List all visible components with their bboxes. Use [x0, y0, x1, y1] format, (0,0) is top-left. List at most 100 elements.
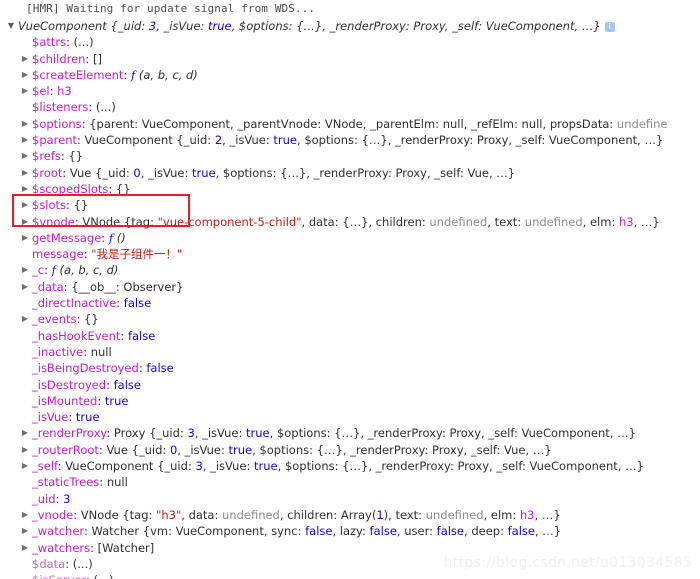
property-value: Vue {_uid: 0, _isVue: true, $options: {…… — [66, 166, 515, 180]
property-row[interactable]: $isServer: (...) — [0, 572, 700, 579]
disclosure-triangle-collapsed[interactable]: ▶ — [20, 279, 30, 295]
disclosure-triangle-collapsed[interactable]: ▶ — [20, 442, 30, 458]
disclosure-triangle-collapsed[interactable]: ▶ — [20, 214, 30, 230]
property-value: {} — [70, 198, 88, 212]
property-entry: _isVue: true — [0, 409, 100, 425]
property-entry: _uid: 3 — [0, 491, 70, 507]
property-entry: getMessage: f () — [0, 230, 126, 246]
property-entry: $root: Vue {_uid: 0, _isVue: true, $opti… — [0, 165, 515, 181]
property-row[interactable]: ▶$scopedSlots: {} — [0, 181, 700, 197]
property-entry: _vnode: VNode {tag: "h3", data: undefine… — [0, 507, 561, 523]
disclosure-triangle-collapsed[interactable]: ▶ — [20, 540, 30, 556]
property-entry: $el: h3 — [0, 83, 72, 99]
property-key: $listeners — [32, 100, 88, 114]
property-value: Vue {_uid: 0, _isVue: true, $options: {…… — [103, 443, 552, 457]
property-value: true — [101, 394, 128, 408]
property-row[interactable]: ▶$createElement: f (a, b, c, d) — [0, 67, 700, 83]
disclosure-triangle-collapsed[interactable]: ▶ — [20, 311, 30, 327]
property-row[interactable]: ▶_watcher: Watcher {vm: VueComponent, sy… — [0, 523, 700, 539]
property-key: _directInactive — [32, 296, 116, 310]
property-value: {parent: VueComponent, _parentVnode: VNo… — [86, 117, 668, 131]
property-value: f (a, b, c, d) — [48, 263, 118, 277]
property-value: {__ob__: Observer} — [68, 280, 184, 294]
property-key: _watcher — [32, 524, 84, 538]
property-entry: _staticTrees: null — [0, 474, 128, 490]
object-inspector-tree[interactable]: ▼VueComponent {_uid: 3, _isVue: true, $o… — [0, 18, 700, 579]
devtools-console-panel[interactable]: [HMR] Waiting for update signal from WDS… — [0, 0, 700, 579]
property-row[interactable]: _uid: 3 — [0, 491, 700, 507]
property-row[interactable]: ▶_events: {} — [0, 311, 700, 327]
property-key: $children — [32, 52, 85, 66]
property-row[interactable]: ▶_renderProxy: Proxy {_uid: 3, _isVue: t… — [0, 425, 700, 441]
object-root-row[interactable]: ▼VueComponent {_uid: 3, _isVue: true, $o… — [0, 18, 700, 34]
disclosure-triangle-collapsed[interactable]: ▶ — [20, 67, 30, 83]
disclosure-triangle-collapsed[interactable]: ▶ — [20, 523, 30, 539]
property-row[interactable]: ▶_data: {__ob__: Observer} — [0, 279, 700, 295]
property-row[interactable]: ▶_vnode: VNode {tag: "h3", data: undefin… — [0, 507, 700, 523]
disclosure-triangle-collapsed[interactable]: ▶ — [20, 181, 30, 197]
property-row[interactable]: ▶getMessage: f () — [0, 230, 700, 246]
disclosure-triangle-collapsed[interactable]: ▶ — [20, 197, 30, 213]
property-value: null — [103, 475, 128, 489]
property-value: (...) — [92, 100, 116, 114]
property-key: _vnode — [32, 508, 73, 522]
property-row[interactable]: ▶$slots: {} — [0, 197, 700, 213]
disclosure-triangle-collapsed[interactable]: ▶ — [20, 165, 30, 181]
property-row[interactable]: ▶_c: f (a, b, c, d) — [0, 262, 700, 278]
property-row[interactable]: ▶$parent: VueComponent {_uid: 2, _isVue:… — [0, 132, 700, 148]
property-row[interactable]: ▶_self: VueComponent {_uid: 3, _isVue: t… — [0, 458, 700, 474]
info-icon[interactable]: i — [605, 22, 615, 32]
property-entry: $slots: {} — [0, 197, 88, 213]
property-key: $root — [32, 166, 62, 180]
property-row[interactable]: ▶$root: Vue {_uid: 0, _isVue: true, $opt… — [0, 165, 700, 181]
property-value: true — [72, 410, 99, 424]
property-entry: $options: {parent: VueComponent, _parent… — [0, 116, 667, 132]
disclosure-triangle-collapsed[interactable]: ▶ — [20, 83, 30, 99]
property-value: false — [110, 378, 141, 392]
disclosure-triangle-collapsed[interactable]: ▶ — [20, 458, 30, 474]
property-value: f () — [105, 231, 126, 245]
disclosure-triangle-collapsed[interactable]: ▶ — [20, 230, 30, 246]
disclosure-triangle-collapsed[interactable]: ▶ — [20, 507, 30, 523]
property-value: null — [87, 345, 112, 359]
disclosure-triangle-collapsed[interactable]: ▶ — [20, 116, 30, 132]
property-row[interactable]: _staticTrees: null — [0, 474, 700, 490]
property-key: $createElement — [32, 68, 123, 82]
property-row[interactable]: ▶$options: {parent: VueComponent, _paren… — [0, 116, 700, 132]
property-row[interactable]: _hasHookEvent: false — [0, 328, 700, 344]
disclosure-triangle-collapsed[interactable]: ▶ — [20, 262, 30, 278]
disclosure-triangle-open[interactable]: ▼ — [6, 18, 16, 34]
property-key: _renderProxy — [32, 426, 106, 440]
property-row[interactable]: ▶$vnode: VNode {tag: "vue-component-5-ch… — [0, 214, 700, 230]
property-row[interactable]: ▶_routerRoot: Vue {_uid: 0, _isVue: true… — [0, 442, 700, 458]
property-row[interactable]: ▶$refs: {} — [0, 148, 700, 164]
property-entry: message: "我是子组件一！" — [0, 246, 182, 262]
property-row[interactable]: ▶$children: [] — [0, 51, 700, 67]
property-value: {} — [65, 149, 83, 163]
property-row[interactable]: message: "我是子组件一！" — [0, 246, 700, 262]
property-entry: _isBeingDestroyed: false — [0, 360, 174, 376]
property-row[interactable]: $listeners: (...) — [0, 99, 700, 115]
property-entry: _isMounted: true — [0, 393, 129, 409]
property-key: _watchers — [32, 541, 90, 555]
property-row[interactable]: _isVue: true — [0, 409, 700, 425]
property-row[interactable]: _isDestroyed: false — [0, 377, 700, 393]
property-entry: _hasHookEvent: false — [0, 328, 155, 344]
property-row[interactable]: _isBeingDestroyed: false — [0, 360, 700, 376]
property-value: (...) — [69, 557, 93, 571]
property-entry: $listeners: (...) — [0, 99, 116, 115]
property-row[interactable]: _isMounted: true — [0, 393, 700, 409]
property-row[interactable]: ▶_watchers: [Watcher] — [0, 540, 700, 556]
property-value: false — [120, 296, 151, 310]
property-row[interactable]: ▶$el: h3 — [0, 83, 700, 99]
property-key: $attrs — [32, 35, 66, 49]
property-key: $isServer — [32, 573, 86, 579]
disclosure-triangle-collapsed[interactable]: ▶ — [20, 51, 30, 67]
disclosure-triangle-collapsed[interactable]: ▶ — [20, 148, 30, 164]
property-key: _isMounted — [32, 394, 97, 408]
disclosure-triangle-collapsed[interactable]: ▶ — [20, 425, 30, 441]
property-row[interactable]: _directInactive: false — [0, 295, 700, 311]
disclosure-triangle-collapsed[interactable]: ▶ — [20, 132, 30, 148]
property-row[interactable]: $attrs: (...) — [0, 34, 700, 50]
property-row[interactable]: _inactive: null — [0, 344, 700, 360]
